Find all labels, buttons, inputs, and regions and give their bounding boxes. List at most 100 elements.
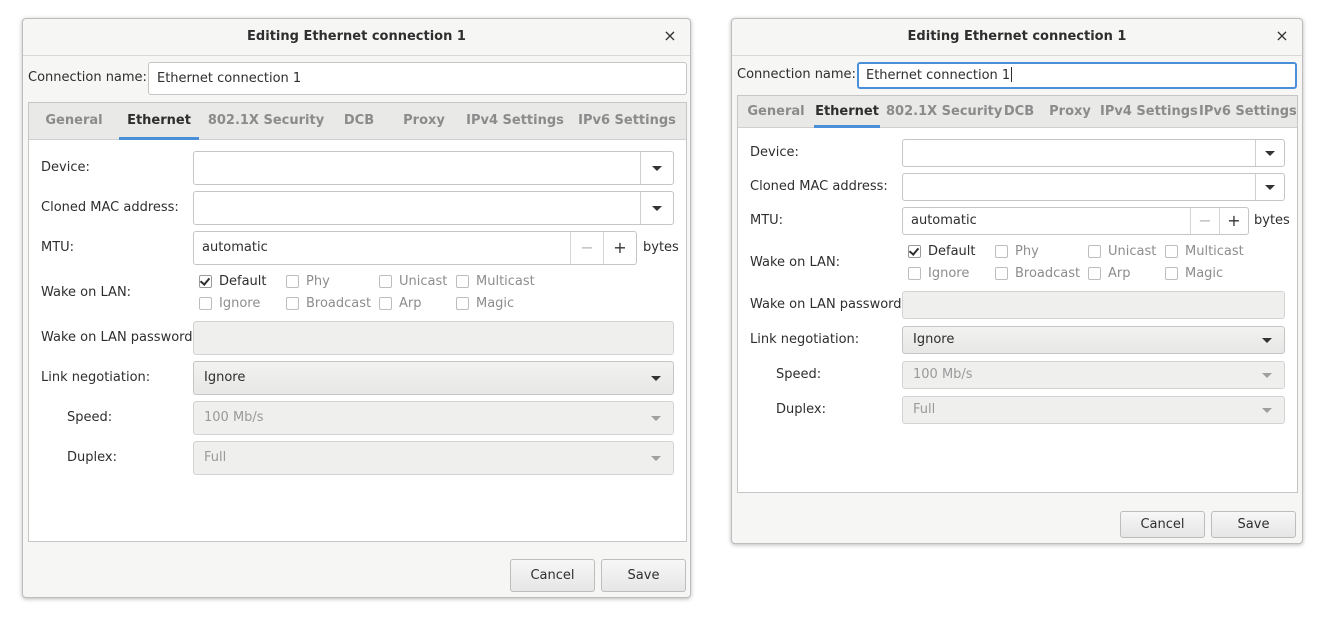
connection-name-input[interactable] [148,62,687,95]
wol-multicast-label: Multicast [476,274,535,289]
wol-arp-label: Arp [399,296,422,311]
tab-ipv6-settings[interactable]: IPv6 Settings [575,103,679,139]
dialog-title: Editing Ethernet connection 1 [247,29,466,44]
checkbox-box [456,297,469,310]
wol-magic-label: Magic [476,296,515,311]
wol-default-label: Default [219,274,267,289]
close-icon[interactable]: × [1272,25,1292,47]
chevron-down-icon [652,166,662,171]
wol-multicast-label: Multicast [1185,244,1244,259]
connection-name-input[interactable]: Ethernet connection 1 [857,62,1297,89]
cloned-mac-combo[interactable] [193,191,674,225]
device-dropdown-button[interactable] [640,152,673,184]
tab-ipv4-settings[interactable]: IPv4 Settings [1100,96,1198,127]
link-negotiation-value: Ignore [913,332,955,347]
titlebar[interactable]: Editing Ethernet connection 1 × [23,19,690,56]
chevron-down-icon [1265,151,1275,156]
device-label: Device: [41,160,90,175]
link-negotiation-select[interactable]: Ignore [193,361,674,395]
mtu-increment-button[interactable]: + [1219,208,1248,234]
tab-general[interactable]: General [37,103,111,139]
checkbox-box [286,275,299,288]
cloned-mac-dropdown-button[interactable] [1255,174,1284,200]
cancel-button[interactable]: Cancel [1120,511,1205,538]
checkbox-box [1088,245,1101,258]
duplex-label: Duplex: [776,402,826,417]
tab-dcb[interactable]: DCB [333,103,385,139]
cloned-mac-label: Cloned MAC address: [41,200,179,215]
speed-label: Speed: [67,410,113,425]
duplex-value: Full [204,450,227,465]
checkbox-box [995,245,1008,258]
link-negotiation-value: Ignore [204,370,246,385]
checkbox-box [379,275,392,288]
checkbox-box [908,267,921,280]
device-label: Device: [750,145,799,160]
speed-value: 100 Mb/s [204,410,264,425]
wol-password-label: Wake on LAN password: [750,297,906,312]
wol-broadcast-label: Broadcast [306,296,372,311]
checkbox-box [908,245,921,258]
chevron-down-icon [1262,373,1272,378]
tab-notebook: General Ethernet 802.1X Security DCB Pro… [28,102,687,542]
tab-bar: General Ethernet 802.1X Security DCB Pro… [29,103,686,140]
mtu-increment-button[interactable]: + [603,232,636,264]
tab-ipv6-settings[interactable]: IPv6 Settings [1199,96,1297,127]
chevron-down-icon [651,416,661,421]
wake-on-lan-label: Wake on LAN: [41,285,132,300]
tab-notebook: General Ethernet 802.1X Security DCB Pro… [737,95,1298,493]
tab-general[interactable]: General [744,96,808,127]
wol-unicast-label: Unicast [1108,244,1157,259]
wol-default-label: Default [928,244,976,259]
tab-ethernet[interactable]: Ethernet [119,103,199,140]
speed-value: 100 Mb/s [913,367,973,382]
checkbox-box [1088,267,1101,280]
mtu-spinbutton[interactable]: automatic − + [902,207,1249,235]
device-combo[interactable] [902,139,1285,167]
close-icon[interactable]: × [660,25,680,47]
wol-ignore-label: Ignore [928,266,970,281]
duplex-select: Full [902,396,1285,424]
save-button[interactable]: Save [1211,511,1296,538]
cloned-mac-combo[interactable] [902,173,1285,201]
mtu-spinbutton[interactable]: automatic − + [193,231,637,265]
connection-name-value: Ethernet connection 1 [866,68,1011,83]
tab-proxy[interactable]: Proxy [393,103,455,139]
tab-proxy[interactable]: Proxy [1044,96,1096,127]
checkmark-icon [199,275,211,286]
tab-ipv4-settings[interactable]: IPv4 Settings [463,103,567,139]
wol-password-label: Wake on LAN password: [41,330,197,345]
cloned-mac-label: Cloned MAC address: [750,179,888,194]
speed-select: 100 Mb/s [193,401,674,435]
wake-on-lan-label: Wake on LAN: [750,255,841,270]
wol-password-input [193,321,674,355]
mtu-decrement-button[interactable]: − [570,232,603,264]
tab-8021x-security[interactable]: 802.1X Security [207,103,325,139]
duplex-select: Full [193,441,674,475]
checkbox-box [1165,245,1178,258]
link-negotiation-select[interactable]: Ignore [902,326,1285,354]
connection-editor-dialog-compact: Editing Ethernet connection 1 × Connecti… [731,18,1303,544]
tab-8021x-security[interactable]: 802.1X Security [886,96,1002,127]
checkbox-box [286,297,299,310]
chevron-down-icon [651,376,661,381]
text-cursor [1011,67,1013,82]
chevron-down-icon [1262,338,1272,343]
tab-dcb[interactable]: DCB [998,96,1040,127]
checkbox-box [199,297,212,310]
dialog-title: Editing Ethernet connection 1 [907,29,1127,44]
device-dropdown-button[interactable] [1255,140,1284,166]
mtu-decrement-button[interactable]: − [1190,208,1219,234]
mtu-label: MTU: [41,240,75,255]
link-negotiation-label: Link negotiation: [41,370,151,385]
cloned-mac-dropdown-button[interactable] [640,192,673,224]
save-button[interactable]: Save [601,559,686,592]
checkbox-box [995,267,1008,280]
chevron-down-icon [1262,408,1272,413]
titlebar[interactable]: Editing Ethernet connection 1 × [732,19,1302,56]
mtu-value: automatic [202,240,268,255]
cancel-button[interactable]: Cancel [510,559,595,592]
wol-magic-label: Magic [1185,266,1224,281]
tab-ethernet[interactable]: Ethernet [814,96,880,128]
device-combo[interactable] [193,151,674,185]
